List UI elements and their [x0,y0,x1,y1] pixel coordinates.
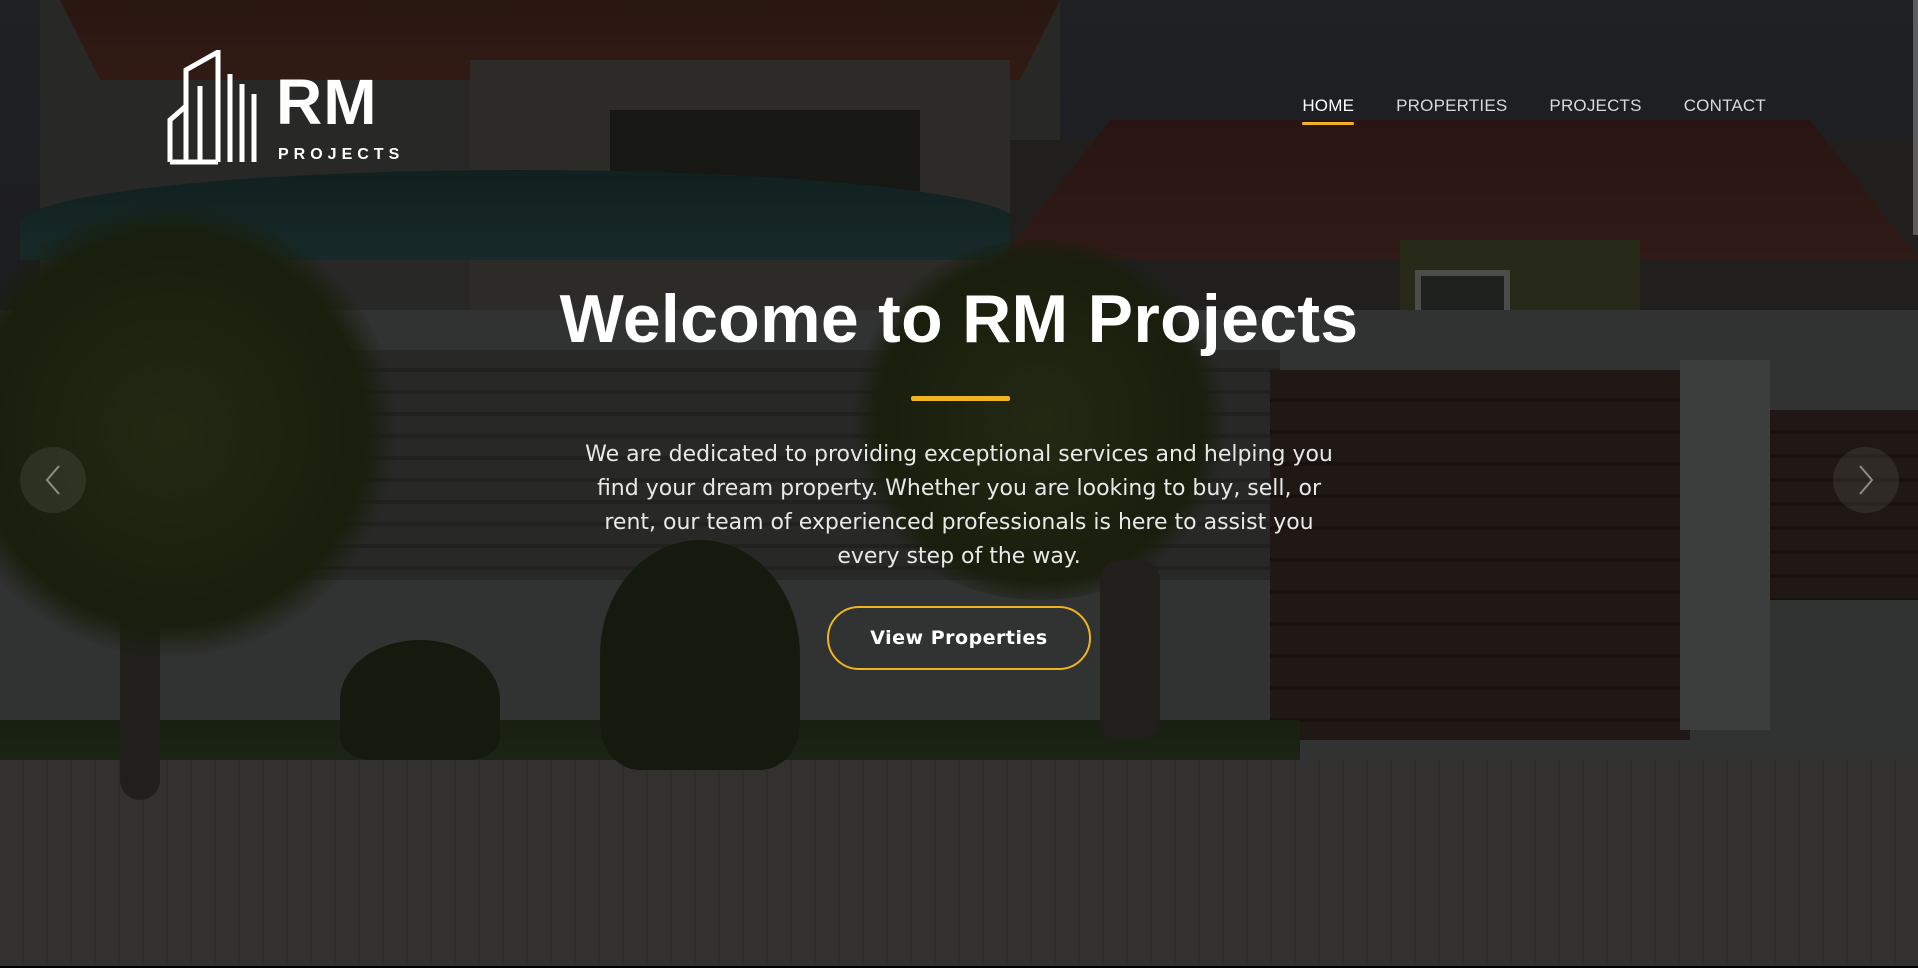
nav-projects[interactable]: PROJECTS [1549,96,1641,116]
logo-text: RM [276,66,378,138]
nav-contact[interactable]: CONTACT [1684,96,1766,116]
hero-title: Welcome to RM Projects [559,281,1359,357]
hero-description: We are dedicated to providing exceptiona… [585,442,1333,569]
nav-properties[interactable]: PROPERTIES [1396,96,1507,116]
scrollbar[interactable] [1913,0,1918,235]
hero-section: RM PROJECTS HOME PROPERTIES PROJECTS CON… [0,0,1918,968]
chevron-left-icon [45,465,60,495]
carousel-prev-button[interactable] [20,447,86,513]
chevron-right-icon [1859,465,1874,495]
view-properties-button[interactable]: View Properties [827,606,1091,670]
main-nav: HOME PROPERTIES PROJECTS CONTACT [1302,96,1766,125]
building-logo-icon [167,50,257,165]
title-underline [911,396,1010,401]
carousel-next-button[interactable] [1833,447,1899,513]
site-logo[interactable]: RM PROJECTS [166,50,416,166]
nav-home[interactable]: HOME [1302,96,1354,125]
logo-subtext: PROJECTS [278,146,405,163]
